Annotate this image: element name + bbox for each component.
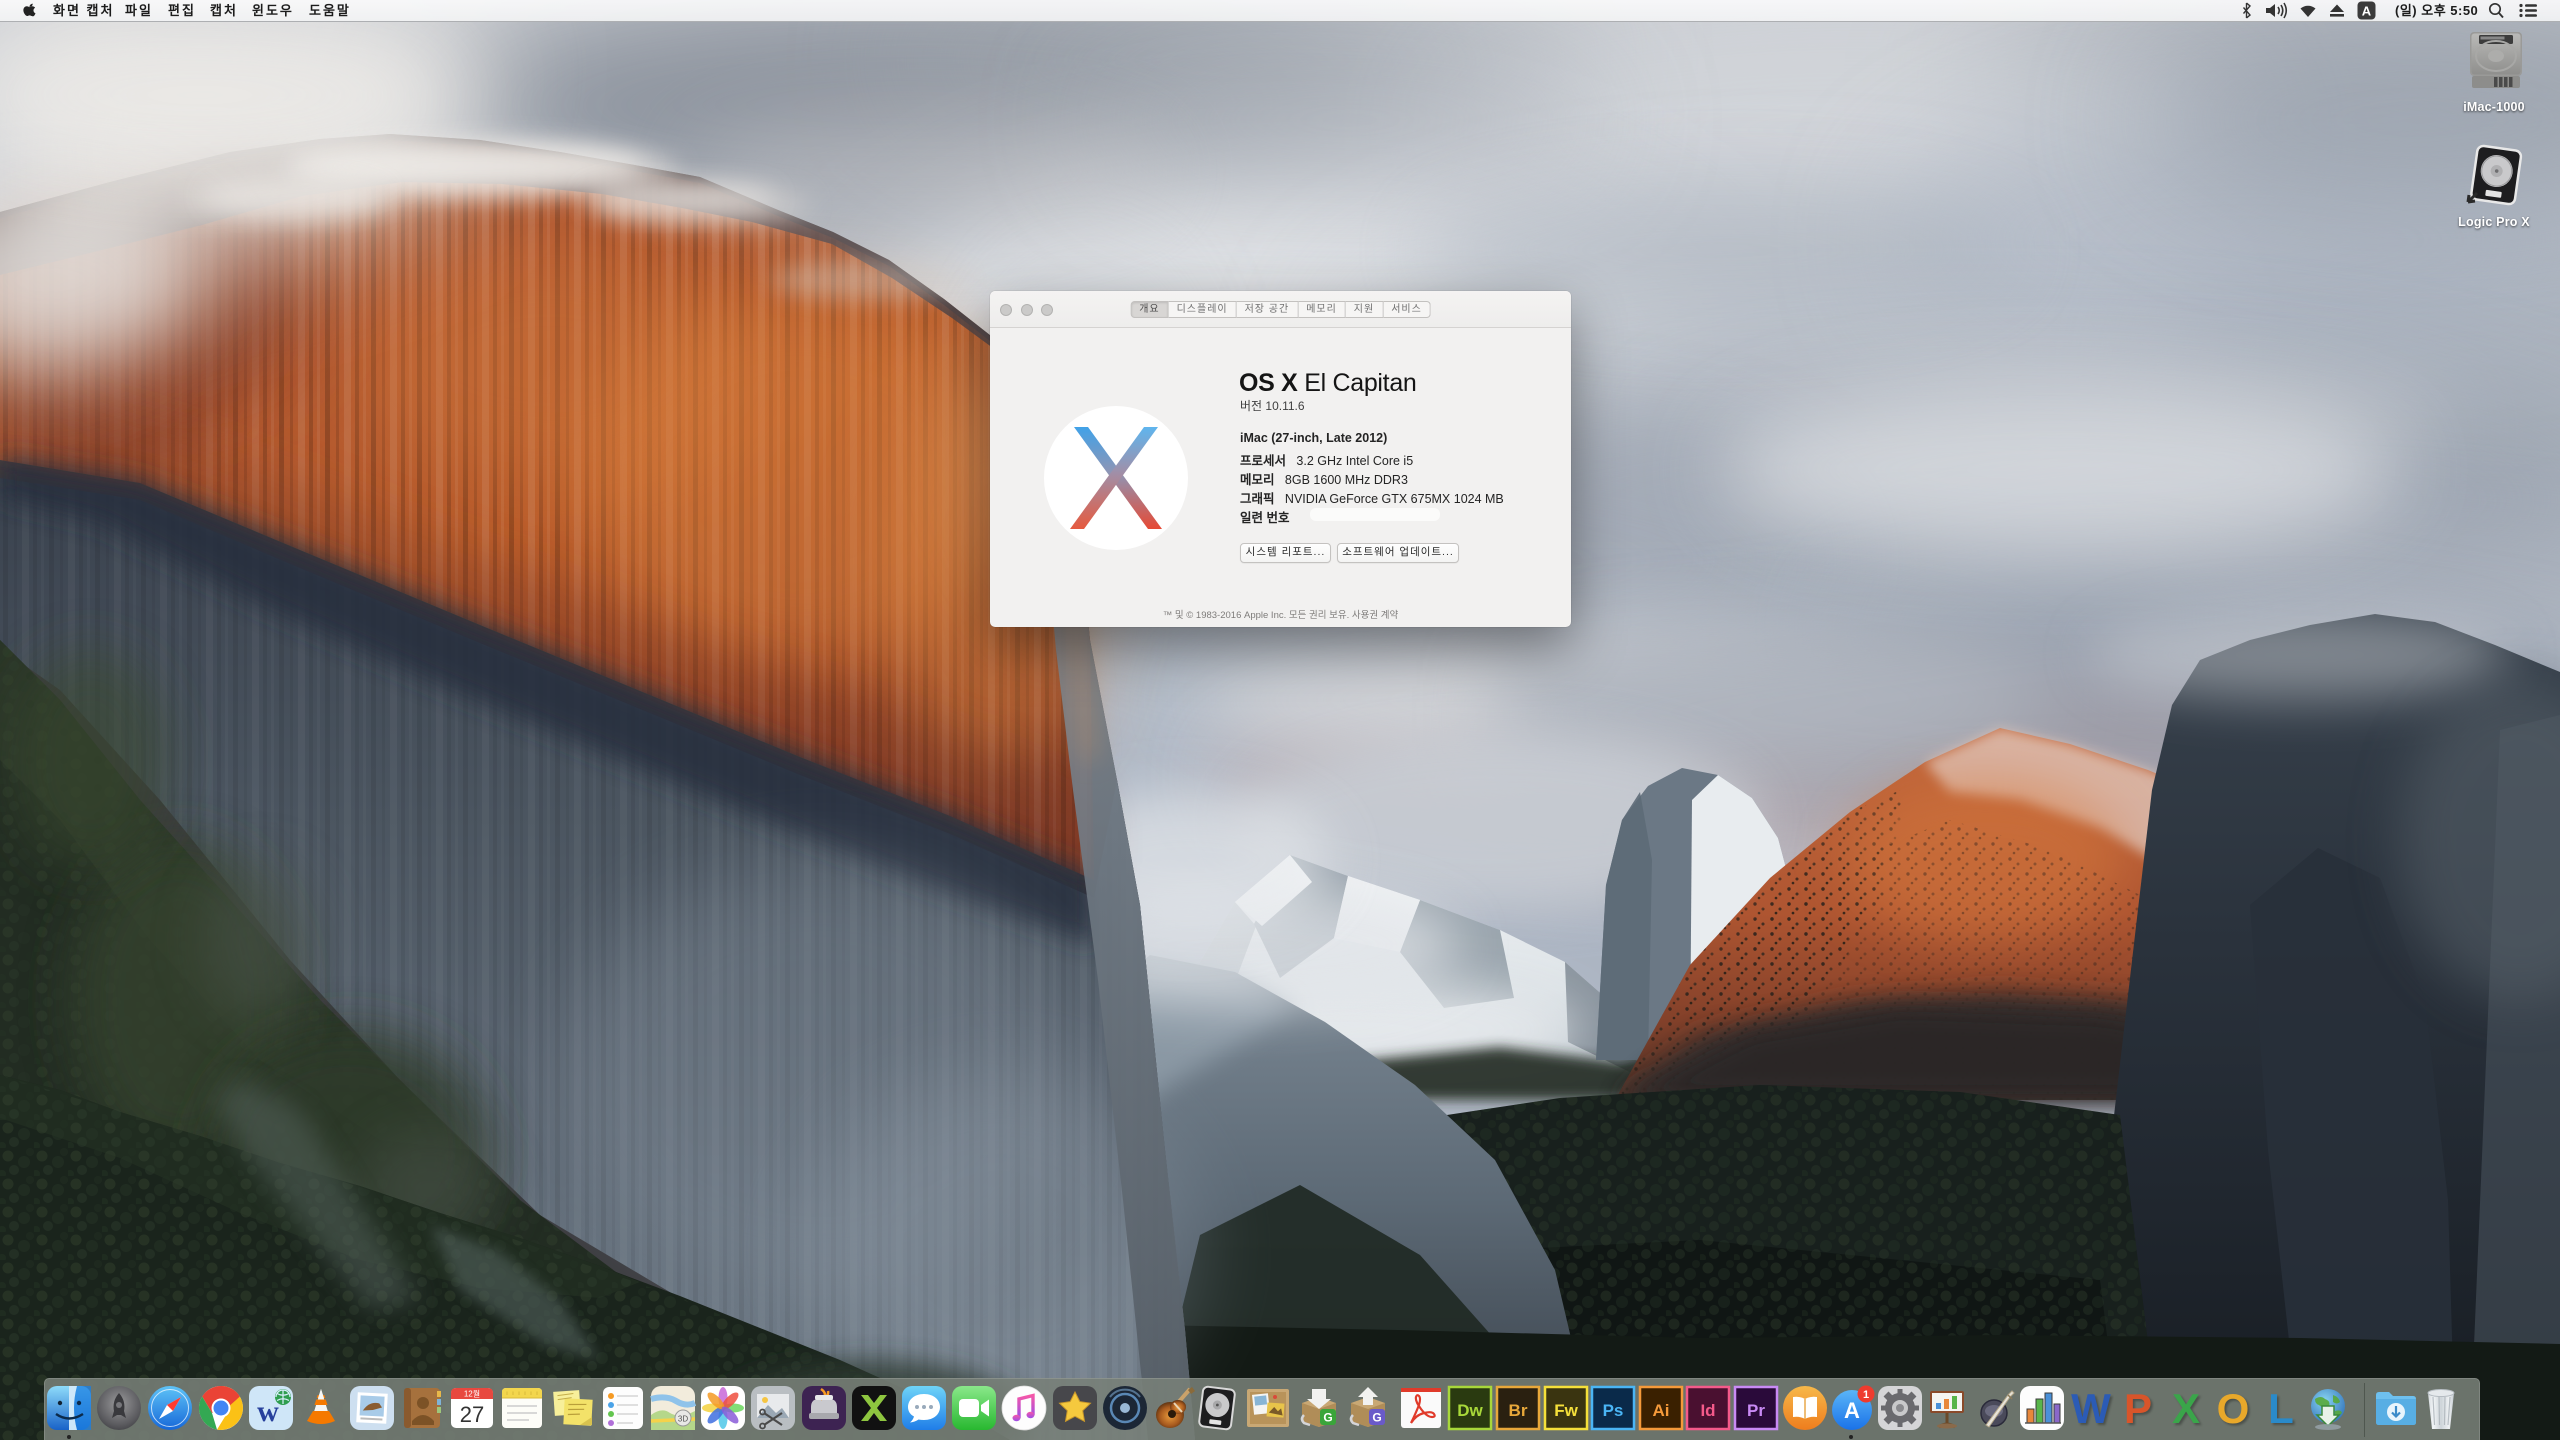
svg-text:27: 27 [460, 1402, 484, 1427]
svg-text:G: G [1323, 1411, 1332, 1425]
svg-text:A: A [2362, 4, 2372, 19]
svg-text:Id: Id [1700, 1401, 1715, 1420]
svg-text:A: A [1844, 1398, 1860, 1423]
svg-text:1: 1 [1863, 1389, 1869, 1401]
svg-text:O: O [2217, 1385, 2250, 1431]
svg-text:W: W [2071, 1385, 2111, 1431]
svg-text:Pr: Pr [1747, 1401, 1765, 1420]
svg-text:Ps: Ps [1603, 1401, 1624, 1420]
svg-text:X: X [2172, 1385, 2200, 1431]
svg-text:12월: 12월 [464, 1389, 480, 1399]
svg-text:Br: Br [1509, 1401, 1528, 1420]
svg-text:3D: 3D [678, 1415, 688, 1424]
svg-text:Dw: Dw [1457, 1401, 1483, 1420]
svg-text:P: P [2124, 1385, 2152, 1431]
svg-text:Fw: Fw [1554, 1401, 1578, 1420]
svg-text:G: G [1372, 1411, 1381, 1425]
svg-text:Ai: Ai [1653, 1401, 1670, 1420]
svg-text:L: L [2268, 1385, 2294, 1431]
